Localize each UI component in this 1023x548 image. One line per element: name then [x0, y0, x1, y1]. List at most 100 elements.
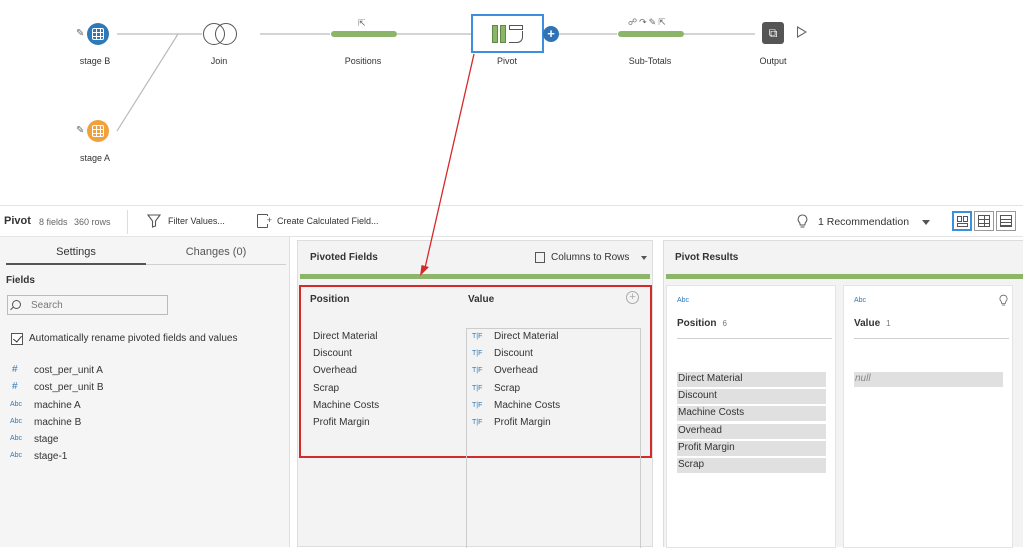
value-bar-label: Direct Material: [678, 373, 743, 384]
calculated-field-icon: [257, 214, 272, 228]
profile-field-label: Value: [854, 318, 881, 329]
distinct-count: 1: [886, 319, 891, 328]
node-label-subtotals: Sub-Totals: [628, 56, 672, 66]
value-bar[interactable]: Direct Material: [677, 372, 826, 387]
join-node[interactable]: [203, 23, 237, 45]
null-value-label: null: [855, 373, 871, 384]
auto-rename-checkbox[interactable]: [11, 333, 23, 345]
value-bar-label: Scrap: [678, 459, 705, 470]
add-step-button[interactable]: +: [543, 26, 559, 42]
value-bar[interactable]: null: [854, 372, 1003, 387]
pivot-mode-select[interactable]: Columns to Rows: [551, 252, 629, 263]
input-node-stage-b[interactable]: [87, 23, 109, 45]
value-bar[interactable]: Discount: [677, 389, 826, 405]
chevron-down-icon[interactable]: [641, 256, 647, 260]
field-name: machine B: [34, 417, 82, 428]
field-list-item[interactable]: Abc machine B: [0, 416, 280, 433]
run-flow-icon[interactable]: [797, 26, 807, 38]
create-calculated-field-button[interactable]: Create Calculated Field...: [277, 216, 379, 226]
field-list-item[interactable]: Abc machine A: [0, 399, 280, 416]
output-node[interactable]: ⧉: [762, 22, 784, 44]
node-label-pivot: Pivot: [496, 56, 517, 66]
value-bar-label: Discount: [678, 390, 717, 402]
edit-icon[interactable]: ✎: [76, 28, 84, 39]
step-changes-icons: ☍↷✎⇱: [628, 17, 668, 27]
field-list-item[interactable]: Abc stage-1: [0, 450, 280, 467]
list-icon: [1000, 215, 1012, 227]
field-name: cost_per_unit B: [34, 382, 104, 393]
node-label-stage-a: stage A: [79, 153, 111, 163]
field-list-item[interactable]: Abc stage: [0, 433, 280, 450]
profile-card-position[interactable]: Abc Position 6 Direct Material Discount Mac…: [666, 285, 836, 548]
position-list-item[interactable]: Direct Material: [313, 331, 377, 342]
number-type-icon: #: [12, 364, 18, 375]
lightbulb-icon: [797, 214, 808, 228]
position-list-item[interactable]: Overhead: [313, 365, 357, 376]
boolean-type-icon: T|F: [472, 384, 483, 392]
fields-heading: Fields: [6, 275, 35, 286]
table-icon: [92, 125, 104, 137]
profile-field-name[interactable]: Position 6: [677, 318, 727, 329]
value-list-item[interactable]: Scrap: [494, 383, 520, 394]
string-type-icon: Abc: [10, 452, 23, 459]
lightbulb-icon[interactable]: [999, 294, 1008, 307]
value-list-item[interactable]: Direct Material: [494, 331, 558, 342]
recommendations-button[interactable]: 1 Recommendation: [818, 216, 909, 228]
value-bar-label: Profit Margin: [678, 441, 735, 453]
string-type-icon: Abc: [10, 435, 23, 442]
field-list-item[interactable]: # cost_per_unit A: [0, 364, 280, 381]
edit-icon[interactable]: ✎: [76, 125, 84, 136]
value-bar[interactable]: Profit Margin: [677, 440, 826, 456]
string-type-icon: Abc: [10, 418, 23, 425]
boolean-type-icon: T|F: [472, 367, 483, 375]
table-view-button[interactable]: [974, 211, 994, 231]
clean-step-positions[interactable]: [331, 31, 397, 37]
profile-card-value[interactable]: Abc Value 1 null: [843, 285, 1013, 548]
position-column-header: Position: [310, 294, 350, 305]
value-bar[interactable]: Machine Costs: [677, 406, 826, 422]
value-list-item[interactable]: Machine Costs: [494, 400, 560, 411]
position-list-item[interactable]: Machine Costs: [313, 400, 379, 411]
active-tab-indicator: [6, 263, 146, 265]
pivot-node[interactable]: [471, 14, 544, 53]
list-view-button[interactable]: [996, 211, 1016, 231]
node-label-positions: Positions: [344, 56, 382, 66]
node-label-output: Output: [759, 56, 787, 66]
clean-step-subtotals[interactable]: [618, 31, 684, 37]
tab-settings[interactable]: Settings: [6, 246, 146, 258]
tab-changes[interactable]: Changes (0): [146, 246, 286, 258]
divider: [854, 338, 1009, 339]
join-icon-circle: [215, 23, 237, 45]
value-drop-zone[interactable]: [466, 328, 641, 548]
value-bar-label: Machine Costs: [678, 407, 745, 419]
position-list-item[interactable]: Profit Margin: [313, 417, 370, 428]
input-node-stage-a[interactable]: [87, 120, 109, 142]
filter-values-button[interactable]: Filter Values...: [168, 216, 225, 226]
number-type-icon: #: [12, 381, 18, 392]
row-count: 360 rows: [74, 217, 111, 227]
field-list-item[interactable]: # cost_per_unit B: [0, 381, 280, 398]
search-input[interactable]: Search: [7, 295, 168, 315]
value-list-item[interactable]: Discount: [494, 348, 533, 359]
value-bar[interactable]: Scrap: [677, 458, 826, 473]
value-list-item[interactable]: Profit Margin: [494, 417, 551, 428]
auto-rename-label: Automatically rename pivoted fields and …: [29, 333, 238, 344]
field-count: 8 fields: [39, 217, 68, 227]
add-pivot-column-button[interactable]: +: [626, 291, 639, 304]
filter-icon: [147, 214, 161, 228]
value-bar[interactable]: Overhead: [677, 423, 826, 439]
pivot-icon: [492, 23, 524, 45]
position-list-item[interactable]: Scrap: [313, 383, 339, 394]
chevron-down-icon[interactable]: [922, 220, 930, 225]
position-list-item[interactable]: Discount: [313, 348, 352, 359]
table-icon: [92, 28, 104, 40]
search-placeholder: Search: [31, 300, 63, 311]
profile-field-name[interactable]: Value 1: [854, 318, 891, 329]
card-view-button[interactable]: [952, 211, 972, 231]
field-name: stage: [34, 434, 59, 445]
columns-to-rows-icon: [535, 252, 545, 263]
value-list-item[interactable]: Overhead: [494, 365, 538, 376]
toolbar-divider: [127, 210, 128, 234]
flow-canvas[interactable]: ✎ stage B ✎ stage A Join ⇱ Positions + P…: [0, 0, 1023, 205]
calculated-field-icon: ⇱: [358, 18, 366, 28]
